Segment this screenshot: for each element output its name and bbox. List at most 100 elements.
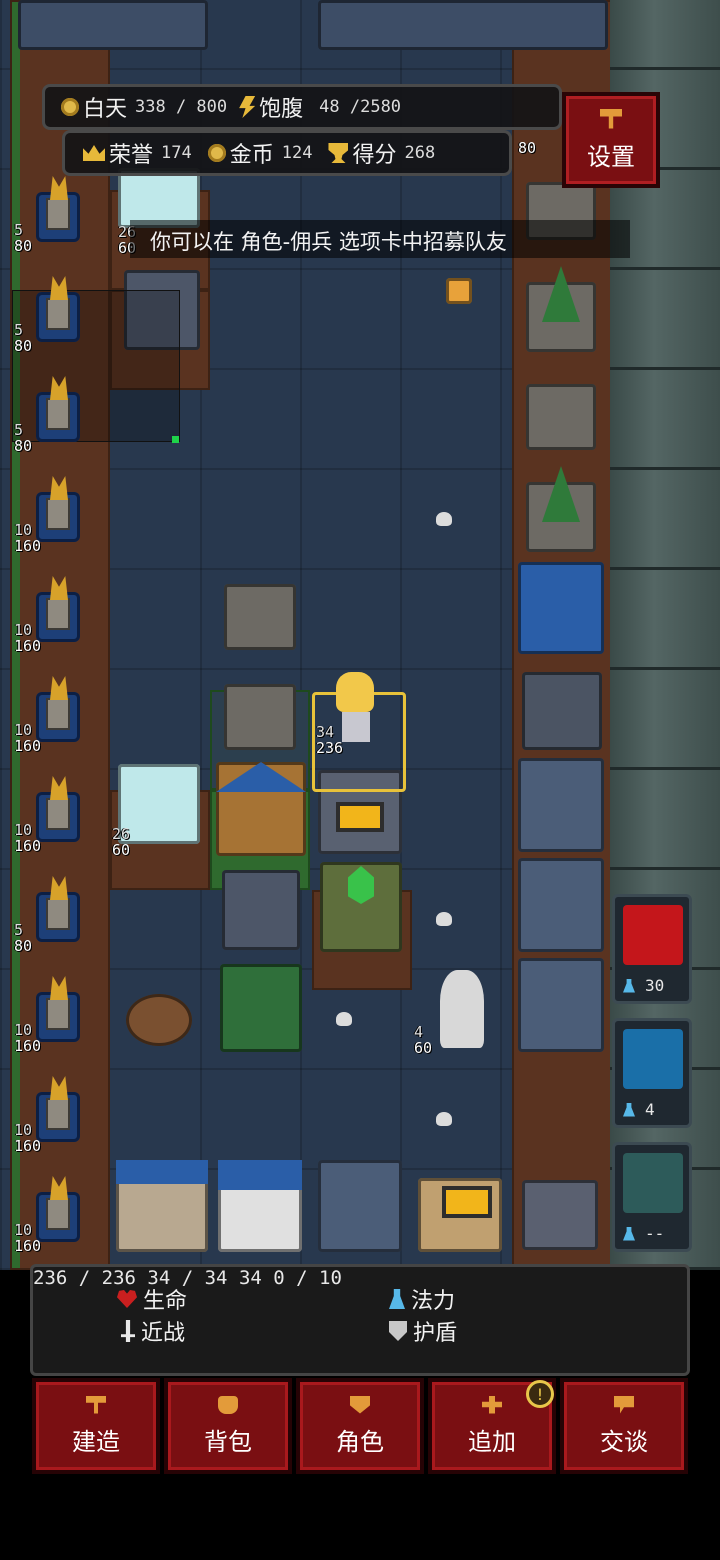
hero-body — [342, 712, 370, 742]
skill-cost-value: -- — [645, 1224, 665, 1243]
knight-hp: 80 — [14, 237, 33, 255]
build-button[interactable]: 建造 — [32, 1378, 160, 1474]
shield-stat: 护盾 — [389, 1315, 457, 1347]
frost-tower[interactable] — [118, 764, 200, 844]
skill-shield-button[interactable]: -- — [612, 1142, 692, 1252]
frost-tower-top[interactable] — [118, 168, 200, 228]
sun-icon — [61, 98, 79, 116]
hud-top-bar: 白天 338 / 800 饱腹 48 /2580 — [42, 84, 562, 130]
knight-stats: 10 160 — [14, 1122, 41, 1154]
right-edge-stats: 80 — [518, 140, 536, 156]
well-building[interactable] — [222, 870, 300, 950]
mana-icon — [623, 1226, 635, 1241]
mana-icon — [623, 1102, 635, 1117]
skull-icon — [436, 512, 452, 526]
hay-building[interactable] — [224, 584, 296, 650]
alert-badge: ! — [526, 1380, 554, 1408]
skull-icon — [436, 912, 452, 926]
knight-unit[interactable] — [26, 370, 88, 448]
top-fence-right — [318, 0, 608, 50]
skull-icon — [436, 1112, 452, 1126]
knight-stats: 10 160 — [14, 1222, 41, 1254]
old-man-hp: 60 — [414, 1039, 433, 1057]
stats-panel: 生命 236 / 236 法力 34 / 34 近战 34 护盾 0 / 10 — [30, 1264, 690, 1376]
market-building[interactable] — [220, 964, 302, 1052]
character-label: 角色 — [336, 1427, 384, 1456]
knight-stats: 5 80 — [14, 322, 32, 354]
knight-hp: 160 — [14, 537, 42, 555]
old-man-character[interactable] — [440, 970, 484, 1048]
gold-value: 124 — [281, 143, 313, 163]
tree-planter[interactable] — [526, 266, 596, 352]
settings-button[interactable]: 设置 — [562, 92, 660, 188]
chapel-building[interactable] — [116, 1160, 208, 1252]
day-label: 白天 — [83, 97, 128, 122]
trophy-icon — [328, 143, 349, 163]
talk-button[interactable]: 交谈 — [560, 1378, 688, 1474]
shield-value: 0 / 10 — [273, 1267, 342, 1289]
skill-cost: 4 — [623, 1100, 685, 1119]
day-value: 338 / 800 — [135, 97, 228, 117]
shop-building[interactable] — [518, 562, 604, 654]
helmet-item[interactable] — [126, 994, 192, 1046]
character-button[interactable]: 角色 — [296, 1378, 424, 1474]
tower-building-2[interactable] — [518, 858, 604, 952]
life-stat: 生命 — [117, 1283, 187, 1315]
score-label: 得分 — [352, 143, 397, 168]
skill-cost: -- — [623, 1224, 685, 1243]
bag-label: 背包 — [204, 1427, 252, 1456]
tower-building-3[interactable] — [518, 958, 604, 1052]
skill-fire-slash-button[interactable]: 30 — [612, 894, 692, 1004]
forge-building[interactable] — [418, 1178, 502, 1252]
machine-building[interactable] — [522, 1180, 598, 1250]
gold-icon — [207, 144, 226, 162]
lantern[interactable] — [446, 278, 472, 304]
life-label: 生命 — [143, 1289, 188, 1314]
mana-icon — [389, 1289, 405, 1309]
tree-planter-2[interactable] — [526, 466, 596, 552]
shield-label: 护盾 — [413, 1321, 458, 1346]
knight-hp: 80 — [14, 937, 33, 955]
bag-icon — [218, 1395, 238, 1414]
herb-building[interactable] — [224, 684, 296, 750]
tower-building-1[interactable] — [518, 758, 604, 852]
add-button[interactable]: 追加 ! — [428, 1378, 556, 1474]
hero-character[interactable] — [336, 672, 374, 712]
shield-icon — [389, 1321, 407, 1341]
game-board[interactable]: 26 60 26 60 34 236 4 60 80 5 80 5 80 5 8… — [0, 0, 720, 1270]
crystal-building[interactable] — [320, 862, 402, 952]
settings-label: 设置 — [587, 142, 635, 171]
frost-tower-hp: 60 — [112, 841, 131, 859]
satiety-value: 48 /2580 — [319, 97, 402, 117]
knight-unit[interactable] — [26, 270, 88, 348]
anvil-building[interactable] — [522, 672, 602, 750]
turnip-planter[interactable] — [526, 384, 596, 450]
skill-cost: 30 — [623, 976, 685, 995]
satiety-icon — [239, 96, 256, 118]
knight-stats: 10 160 — [14, 1022, 41, 1054]
knight-hp: 160 — [14, 837, 42, 855]
melee-value: 34 — [238, 1267, 262, 1289]
barracks-building[interactable] — [318, 1160, 402, 1252]
knight-hp: 80 — [14, 337, 33, 355]
gold-label: 金币 — [229, 143, 274, 168]
knight-stats: 10 160 — [14, 722, 41, 754]
score-value: 268 — [404, 143, 436, 163]
skill-lightning-button[interactable]: 4 — [612, 1018, 692, 1128]
knight-stats: 10 160 — [14, 822, 41, 854]
knight-hp: 160 — [14, 1037, 42, 1055]
knight-unit[interactable] — [26, 870, 88, 948]
knight-stats: 5 80 — [14, 222, 32, 254]
house-building[interactable] — [216, 762, 306, 856]
melee-label: 近战 — [141, 1321, 186, 1346]
tip-banner: 你可以在 角色-佣兵 选项卡中招募队友 — [130, 220, 630, 258]
heart-icon — [117, 1290, 137, 1308]
old-man-stats: 4 60 — [414, 1024, 432, 1056]
honor-label: 荣誉 — [109, 143, 154, 168]
bag-button[interactable]: 背包 — [164, 1378, 292, 1474]
selection-handle[interactable] — [172, 436, 179, 443]
mana-icon — [623, 978, 635, 993]
fire-slash-icon — [623, 905, 683, 965]
knight-unit[interactable] — [26, 170, 88, 248]
clinic-building[interactable] — [218, 1160, 302, 1252]
